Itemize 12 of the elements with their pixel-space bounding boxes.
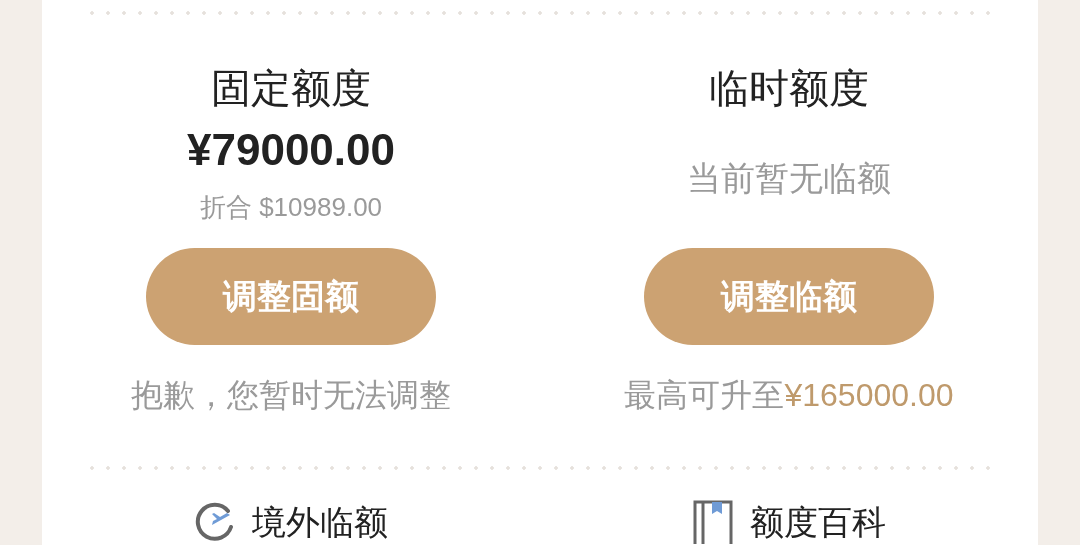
clock-plane-icon <box>194 501 236 543</box>
quota-title: 固定额度 <box>211 65 371 112</box>
book-icon <box>692 500 734 544</box>
quota-amount: ¥79000.00 <box>187 124 395 176</box>
link-item[interactable]: 额度百科 <box>692 500 886 544</box>
link-item[interactable]: 境外临额 <box>194 500 388 544</box>
quota-title: 临时额度 <box>709 65 869 112</box>
max-amount: ¥165000.00 <box>784 376 954 415</box>
note-text: 最高可升至 <box>624 376 785 415</box>
converted-amount: 折合 $10989.00 <box>199 191 383 224</box>
note-text: 抱歉，您暂时无法调整 <box>131 376 451 415</box>
status-text: 当前暂无临额 <box>687 158 891 198</box>
